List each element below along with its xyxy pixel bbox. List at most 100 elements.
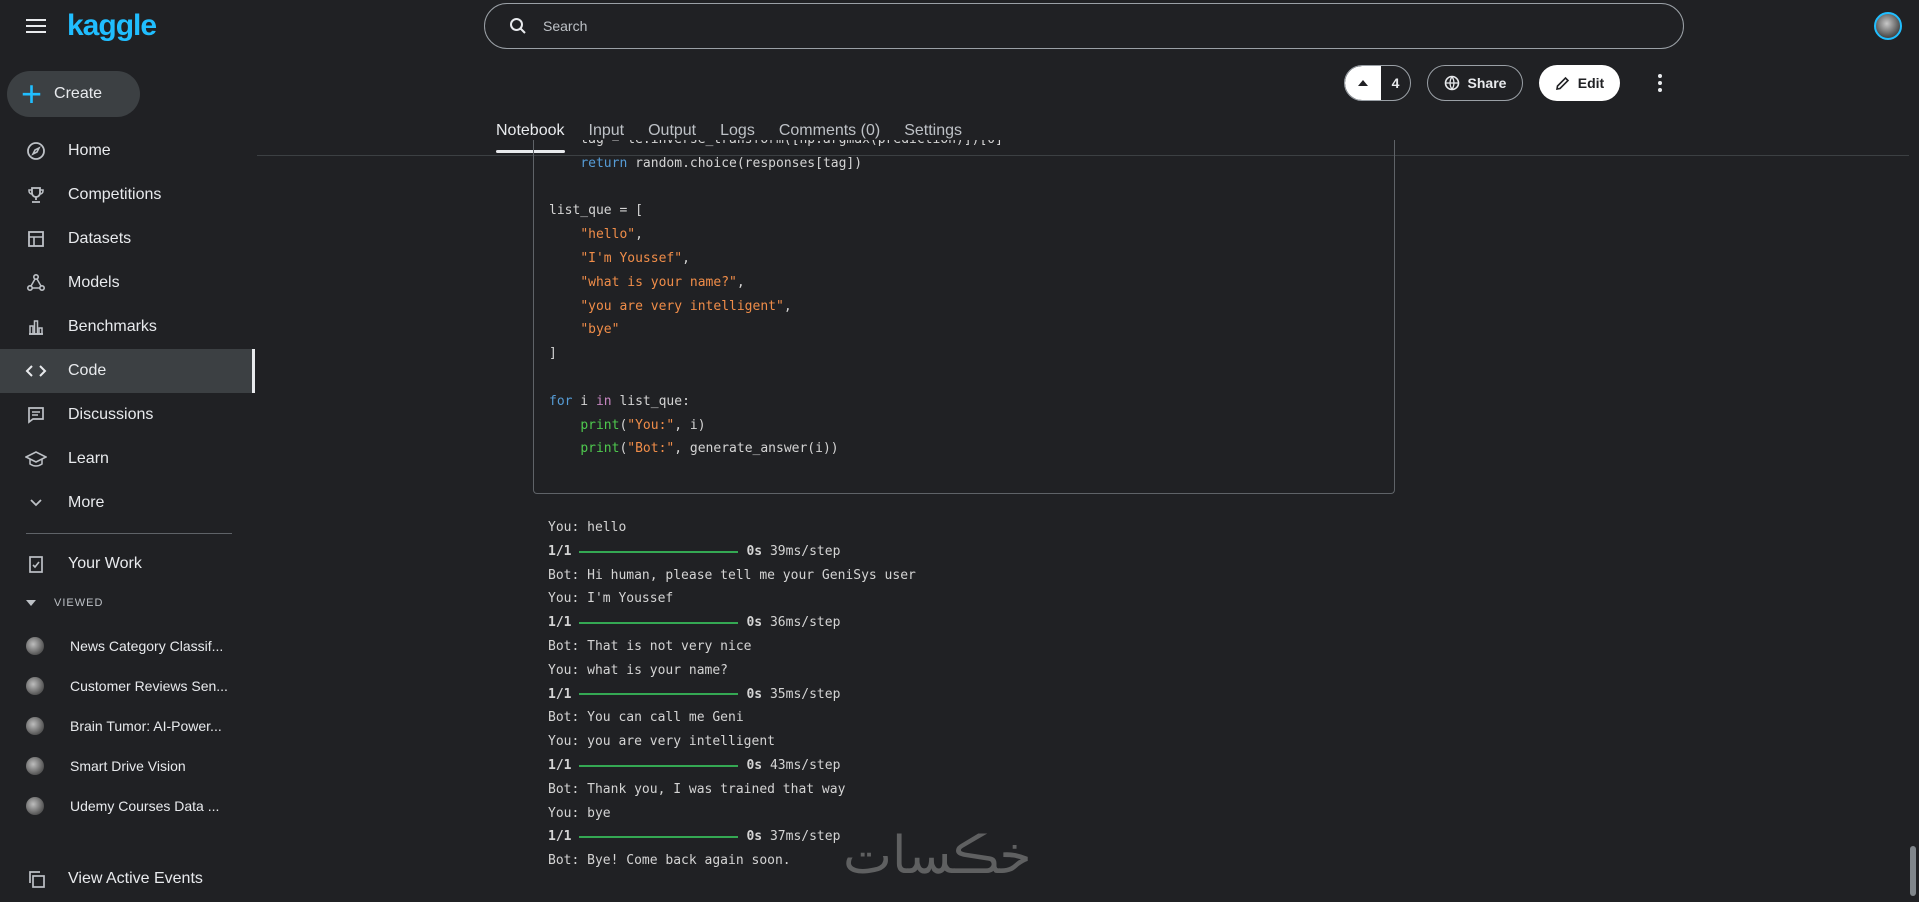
trophy-icon (24, 183, 48, 207)
code-keyword: in (595, 393, 612, 409)
edit-button[interactable]: Edit (1539, 65, 1620, 101)
progress-rate: 39ms/step (769, 543, 841, 559)
code-cell[interactable]: tag = le.inverse_transform([np.argmax(pr… (533, 140, 1395, 494)
search-input[interactable] (541, 17, 1545, 35)
viewed-item[interactable]: Brain Tumor: AI-Power... (0, 706, 255, 746)
vote-count[interactable]: 4 (1381, 66, 1410, 100)
progress-line: 1/1 0s 35ms/step (548, 683, 916, 707)
progress-step: 1/1 (548, 757, 572, 773)
code-line: "I'm Youssef", (580, 250, 690, 266)
scrollbar-thumb[interactable] (1910, 846, 1916, 896)
sidebar-item-label: View Active Events (68, 870, 203, 887)
avatar[interactable] (1874, 12, 1902, 40)
output-text-line: You: hello (548, 520, 627, 535)
progress-bar (579, 836, 739, 839)
notebook-thumbnail-icon (26, 637, 44, 655)
code-text: list_que: (611, 393, 690, 409)
bar-chart-icon (24, 315, 48, 339)
progress-bar (579, 622, 739, 625)
sidebar-item-discussions[interactable]: Discussions (0, 393, 255, 437)
code-line: "you are very intelligent", (580, 298, 792, 314)
code-string: "You:" (627, 417, 675, 433)
sidebar-item-label: Your Work (68, 555, 142, 572)
watermark-logo: خڪسات (843, 826, 1032, 886)
models-icon (24, 271, 48, 295)
code-line: return random.choice(responses[tag]) (549, 152, 1003, 176)
progress-line: 1/1 0s 43ms/step (548, 754, 916, 778)
progress-time: 0s (746, 615, 763, 631)
plus-icon: + (21, 73, 43, 114)
code-editor: tag = le.inverse_transform([np.argmax(pr… (549, 140, 1003, 473)
progress-bar (579, 693, 739, 696)
code-keyword: for (549, 393, 573, 409)
sidebar-divider (26, 533, 232, 534)
sidebar-item-more[interactable]: More (0, 481, 255, 525)
sidebar-item-learn[interactable]: Learn (0, 437, 255, 481)
sidebar-item-label: Home (68, 142, 111, 159)
viewed-item[interactable]: News Category Classif... (0, 626, 255, 666)
sidebar-item-home[interactable]: Home (0, 129, 255, 173)
progress-step: 1/1 (548, 686, 572, 702)
more-options-icon[interactable] (1650, 70, 1670, 96)
code-string: "what is your name?" (580, 274, 737, 290)
sidebar-item-active-events[interactable]: View Active Events (0, 857, 255, 901)
upvote-button[interactable] (1345, 66, 1381, 100)
output-text-line: You: I'm Youssef (548, 591, 674, 607)
progress-rate: 36ms/step (769, 615, 841, 631)
sidebar-item-competitions[interactable]: Competitions (0, 173, 255, 217)
progress-bar (579, 550, 739, 553)
viewed-item-label: Udemy Courses Data ... (70, 798, 220, 814)
progress-line: 1/1 0s 36ms/step (548, 611, 916, 635)
sidebar-item-label: Datasets (68, 230, 132, 247)
sidebar-item-label: Competitions (68, 186, 162, 203)
sidebar-item-code[interactable]: Code (0, 349, 255, 393)
hamburger-menu-icon[interactable] (22, 15, 50, 39)
code-function: print (580, 441, 620, 457)
code-line: tag = le.inverse_transform([np.argmax(pr… (549, 140, 1003, 152)
kaggle-logo[interactable]: kaggle (67, 9, 157, 43)
search-bar[interactable] (484, 3, 1684, 49)
code-icon (24, 359, 48, 383)
notebook-thumbnail-icon (26, 717, 44, 735)
sidebar-item-label: Code (68, 362, 107, 379)
sidebar-item-your-work[interactable]: Your Work (0, 542, 255, 586)
code-text: , generate_answer(i)) (674, 441, 839, 457)
output-text-line: You: what is your name? (548, 662, 729, 678)
chevron-down-icon (24, 491, 48, 515)
sidebar-item-benchmarks[interactable]: Benchmarks (0, 305, 255, 349)
sidebar-item-models[interactable]: Models (0, 261, 255, 305)
output-text-line: Bot: Hi human, please tell me your GeniS… (548, 567, 916, 583)
create-button[interactable]: + Create (7, 71, 140, 117)
school-icon (24, 447, 48, 471)
code-string: "you are very intelligent" (580, 298, 784, 314)
viewed-item[interactable]: Customer Reviews Sen... (0, 666, 255, 706)
output-text-line: Bot: Thank you, I was trained that way (548, 781, 846, 797)
sidebar-item-label: Learn (68, 450, 109, 467)
share-button[interactable]: Share (1427, 65, 1523, 101)
progress-rate: 35ms/step (769, 686, 841, 702)
viewed-item[interactable]: Smart Drive Vision (0, 746, 255, 786)
sidebar-item-datasets[interactable]: Datasets (0, 217, 255, 261)
globe-icon (1444, 75, 1459, 91)
notebook-thumbnail-icon (26, 797, 44, 815)
code-line: "hello", (580, 227, 643, 243)
progress-line: 1/1 0s 39ms/step (548, 540, 916, 564)
clipboard-icon (24, 552, 48, 576)
copy-icon (24, 867, 48, 891)
progress-step: 1/1 (548, 829, 572, 845)
code-function: print (580, 417, 620, 433)
output-text-line: You: you are very intelligent (548, 734, 775, 750)
sidebar-item-label: Benchmarks (68, 318, 157, 335)
code-line: for i in list_que: (549, 390, 1003, 414)
viewed-item[interactable]: Udemy Courses Data ... (0, 786, 255, 826)
viewed-section-toggle[interactable]: VIEWED (26, 597, 103, 609)
progress-bar (579, 764, 739, 767)
viewed-item-label: News Category Classif... (70, 638, 224, 654)
progress-step: 1/1 (548, 615, 572, 631)
code-text: , i) (674, 417, 706, 433)
progress-rate: 43ms/step (769, 757, 841, 773)
code-line: "what is your name?", (580, 274, 745, 290)
viewed-item-label: Smart Drive Vision (70, 758, 186, 774)
progress-step: 1/1 (548, 543, 572, 559)
code-line: print("Bot:", generate_answer(i)) (580, 441, 839, 457)
